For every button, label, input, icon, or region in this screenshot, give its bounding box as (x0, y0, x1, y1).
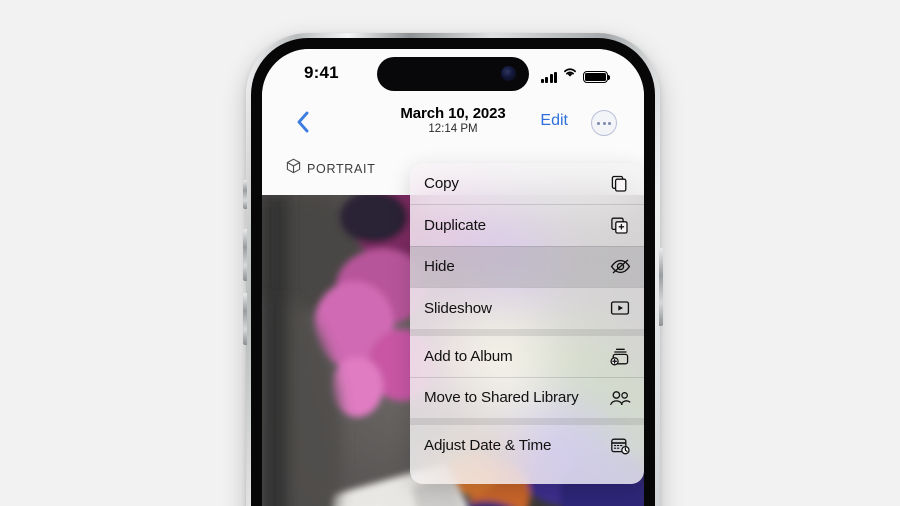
phone-bezel: 9:41 March 10, 2023 12:14 PM Edit PORTRA… (251, 38, 655, 506)
ellipsis-dot (597, 121, 601, 125)
action-button[interactable] (243, 180, 247, 209)
menu-item-duplicate[interactable]: Duplicate (410, 205, 644, 246)
menu-item-copy[interactable]: Copy (410, 163, 644, 204)
menu-group-separator (410, 328, 644, 336)
context-menu[interactable]: Copy Duplicate Hide Slideshow Add to Alb… (410, 163, 644, 485)
edit-button[interactable]: Edit (540, 112, 568, 130)
photo-date: March 10, 2023 (400, 105, 506, 122)
menu-item-adjust-date-time[interactable]: Adjust Date & Time (410, 425, 644, 466)
ellipsis-dot (602, 121, 606, 125)
calendar-clock-icon (609, 435, 631, 457)
menu-item-move-to-shared-library[interactable]: Move to Shared Library (410, 377, 644, 418)
menu-item-hide[interactable]: Hide (410, 246, 644, 288)
portrait-label: PORTRAIT (307, 161, 376, 176)
volume-down-button[interactable] (243, 293, 247, 345)
menu-group-separator (410, 418, 644, 426)
phone-device-frame: 9:41 March 10, 2023 12:14 PM Edit PORTRA… (243, 33, 663, 506)
menu-item-label: Adjust Date & Time (424, 437, 552, 455)
dynamic-island (377, 57, 529, 91)
phone-screen: 9:41 March 10, 2023 12:14 PM Edit PORTRA… (262, 49, 644, 506)
eye-slash-icon (609, 256, 631, 278)
menu-item-label: Add to Album (424, 347, 513, 365)
photo-title: March 10, 2023 12:14 PM (262, 105, 644, 135)
menu-item-label: Duplicate (424, 216, 486, 234)
front-camera-icon (501, 66, 516, 81)
menu-item-label: Copy (424, 175, 459, 192)
status-bar-time: 9:41 (304, 63, 339, 82)
signal-bars-icon (540, 71, 557, 83)
add-to-album-icon (609, 345, 631, 367)
menu-item-add-to-album[interactable]: Add to Album (410, 336, 644, 377)
two-people-icon (609, 387, 631, 409)
menu-item-label: Hide (424, 258, 455, 276)
more-options-button[interactable] (591, 110, 617, 136)
photo-time: 12:14 PM (428, 123, 478, 135)
menu-item-label: Slideshow (424, 299, 492, 317)
navigation-bar: March 10, 2023 12:14 PM Edit (262, 99, 644, 147)
copy-icon (609, 173, 631, 195)
ellipsis-dot (607, 121, 611, 125)
volume-up-button[interactable] (243, 229, 247, 281)
wifi-icon (562, 65, 578, 83)
battery-icon (583, 70, 611, 83)
menu-item-label: Move to Shared Library (424, 389, 579, 407)
status-bar-indicators (540, 65, 611, 83)
screenshot-canvas: 9:41 March 10, 2023 12:14 PM Edit PORTRA… (0, 0, 900, 506)
portrait-badge[interactable]: PORTRAIT (286, 158, 376, 179)
power-button[interactable] (659, 248, 663, 326)
menu-item-slideshow[interactable]: Slideshow (410, 288, 644, 329)
menu-footer-spacer (410, 466, 644, 484)
cube-icon (286, 158, 301, 179)
duplicate-icon (609, 214, 631, 236)
play-rectangle-icon (609, 297, 631, 319)
